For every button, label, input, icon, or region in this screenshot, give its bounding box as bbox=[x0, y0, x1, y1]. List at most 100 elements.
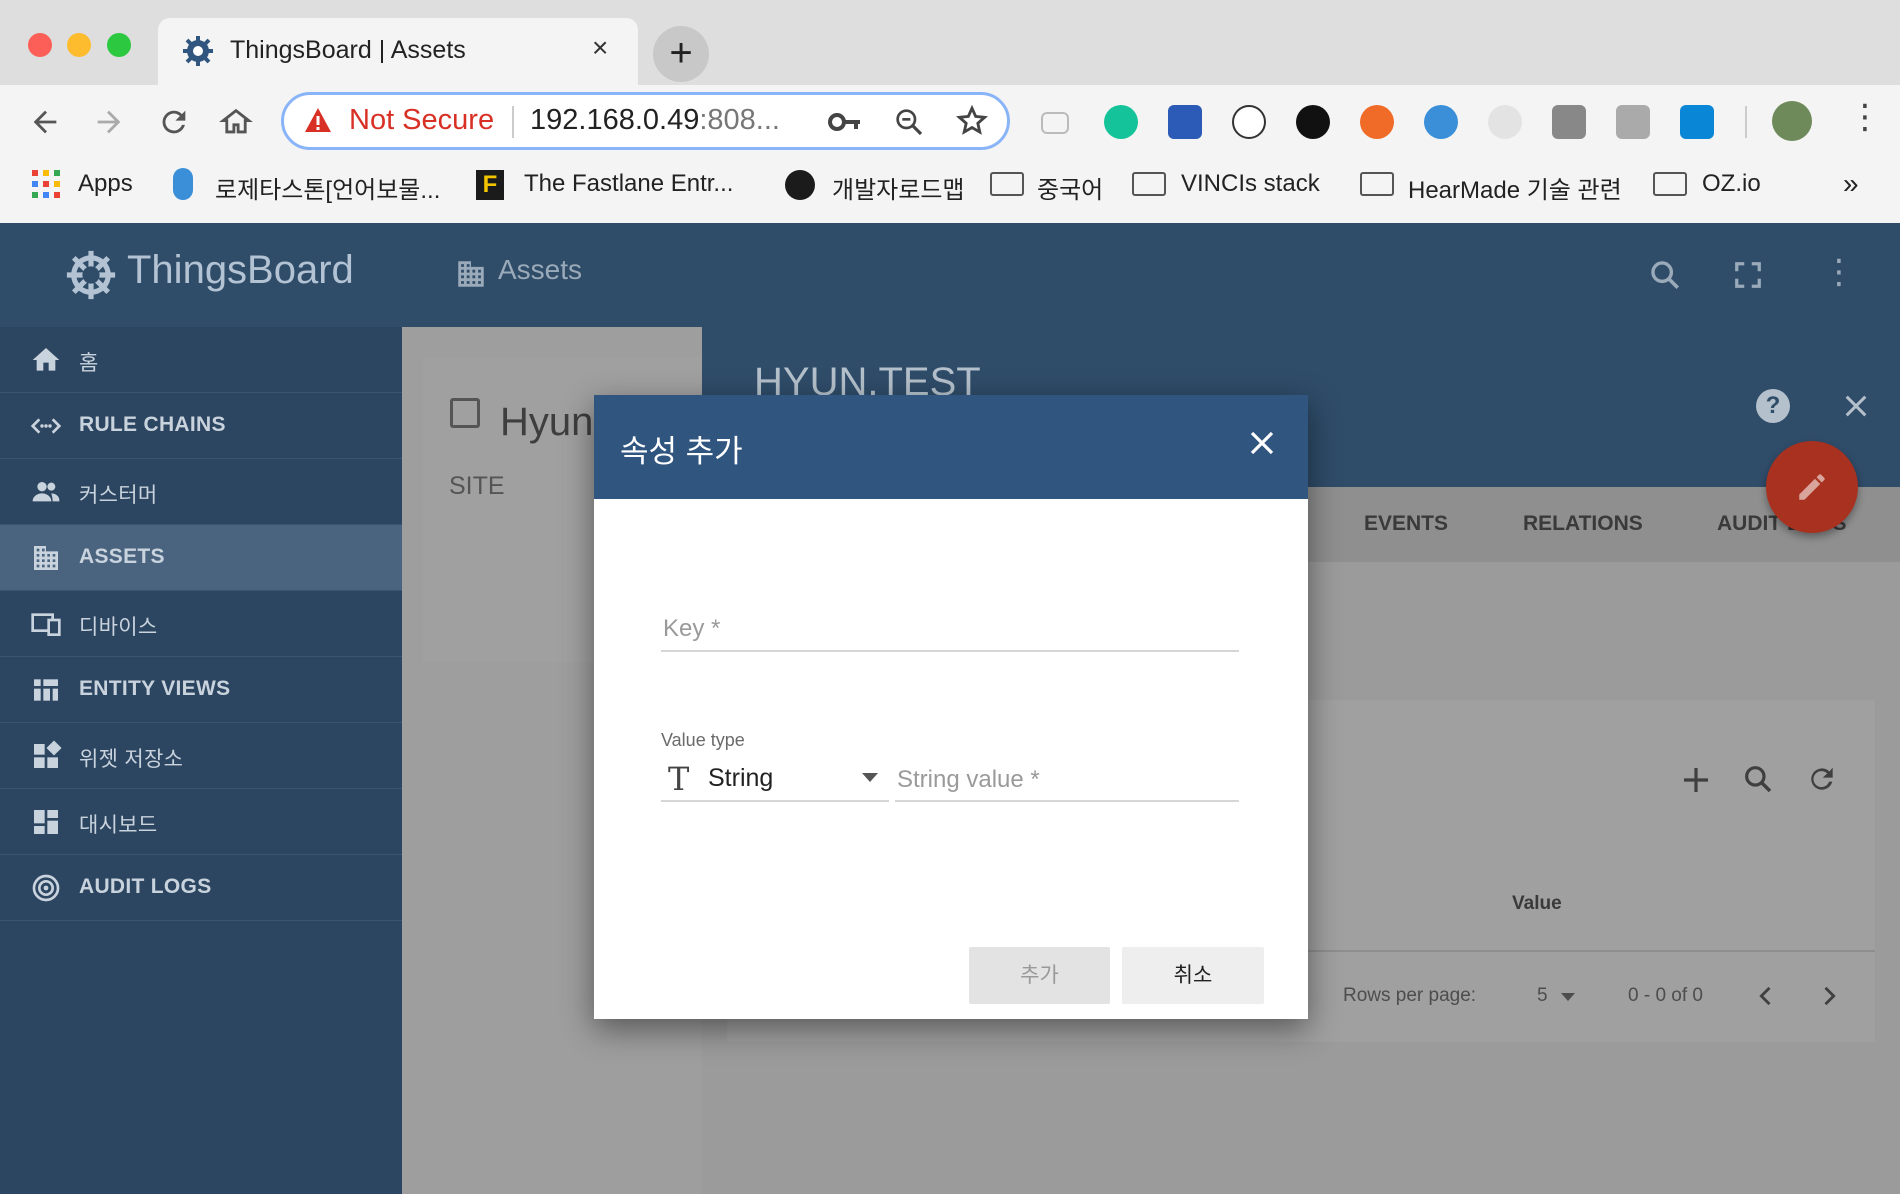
value-type-label: Value type bbox=[661, 730, 745, 750]
clock-extension-icon[interactable] bbox=[1296, 105, 1330, 139]
folder-icon bbox=[1360, 172, 1394, 196]
prev-page-icon[interactable] bbox=[1752, 982, 1780, 1010]
bookmark-dev-roadmap[interactable]: 개발자로드맵 bbox=[832, 170, 964, 205]
sidebar-item-label: ENTITY VIEWS bbox=[79, 677, 231, 700]
value-type-underline bbox=[661, 800, 889, 802]
browser-menu-icon[interactable]: ⋮ bbox=[1848, 100, 1882, 134]
string-value-input[interactable]: String value * bbox=[897, 766, 1040, 794]
close-detail-icon[interactable] bbox=[1842, 392, 1870, 420]
rows-per-page-select[interactable]: 5 bbox=[1537, 985, 1548, 1007]
sidebar-item-dashboards[interactable]: 대시보드 bbox=[0, 789, 402, 855]
omnibox-divider bbox=[512, 106, 514, 138]
search-icon[interactable] bbox=[1648, 258, 1682, 292]
help-icon[interactable]: ? bbox=[1756, 389, 1790, 423]
key-icon[interactable] bbox=[828, 108, 862, 136]
extension-icon[interactable] bbox=[1041, 112, 1069, 134]
reload-icon[interactable] bbox=[157, 105, 191, 139]
sidebar-item-label: 대시보드 bbox=[79, 814, 158, 837]
bookmark-extension-icon[interactable] bbox=[1168, 105, 1202, 139]
new-tab-button[interactable]: + bbox=[653, 26, 709, 82]
entity-views-icon bbox=[34, 679, 58, 701]
bookmark-folder-chinese[interactable]: 중국어 bbox=[1037, 170, 1103, 205]
url-host: 192.168.0.49 bbox=[530, 104, 700, 136]
dashboards-icon bbox=[34, 810, 58, 834]
asset-card-type: SITE bbox=[449, 472, 505, 500]
sidebar-item-widgets[interactable]: 위젯 저장소 bbox=[0, 723, 402, 789]
bookmark-rosetta[interactable]: 로제타스톤[언어보물... bbox=[215, 170, 440, 205]
fullscreen-icon[interactable] bbox=[1733, 260, 1763, 290]
bookmark-folder-hearmade[interactable]: HearMade 기술 관련 bbox=[1408, 170, 1622, 205]
url-text[interactable]: 192.168.0.49:808... bbox=[530, 104, 780, 137]
google-extension-icon[interactable] bbox=[1488, 105, 1522, 139]
bookmark-apps[interactable]: Apps bbox=[78, 170, 133, 198]
text-type-icon: T bbox=[668, 760, 690, 798]
key-input[interactable]: Key * bbox=[663, 615, 720, 643]
rosetta-icon bbox=[173, 168, 193, 200]
bookmark-folder-vincis[interactable]: VINCIs stack bbox=[1181, 170, 1320, 198]
dialog-close-icon[interactable] bbox=[1247, 428, 1277, 458]
profile-avatar[interactable] bbox=[1772, 101, 1812, 141]
add-attribute-icon[interactable] bbox=[1680, 764, 1712, 796]
edit-fab-button[interactable] bbox=[1766, 441, 1858, 533]
url-rest: :808... bbox=[699, 104, 780, 136]
bookmark-fastlane[interactable]: The Fastlane Entr... bbox=[524, 170, 733, 198]
json-viewer-icon[interactable] bbox=[1232, 105, 1266, 139]
cancel-button[interactable]: 취소 bbox=[1122, 947, 1264, 1004]
dropdown-arrow-icon[interactable] bbox=[862, 773, 878, 782]
add-button[interactable]: 추가 bbox=[969, 947, 1110, 1004]
folder-icon bbox=[990, 172, 1024, 196]
tags-extension-icon[interactable] bbox=[1616, 105, 1650, 139]
trello-icon[interactable] bbox=[1680, 105, 1714, 139]
thingsboard-logo-icon bbox=[66, 250, 116, 300]
home-icon[interactable] bbox=[219, 105, 253, 139]
next-page-icon[interactable] bbox=[1815, 982, 1843, 1010]
maximize-window-button[interactable] bbox=[107, 33, 131, 57]
security-status[interactable]: Not Secure bbox=[349, 104, 494, 137]
rule-chains-icon bbox=[30, 418, 62, 434]
dialog-title: 속성 추가 bbox=[620, 434, 743, 469]
tab-relations[interactable]: RELATIONS bbox=[1523, 512, 1643, 536]
warning-icon bbox=[305, 108, 331, 132]
sidebar-item-devices[interactable]: 디바이스 bbox=[0, 591, 402, 657]
sidebar-item-entity-views[interactable]: ENTITY VIEWS bbox=[0, 657, 402, 723]
sidebar-item-label: 위젯 저장소 bbox=[79, 748, 184, 771]
audit-logs-icon bbox=[32, 874, 60, 902]
bookmarks-overflow-icon[interactable]: » bbox=[1843, 168, 1859, 200]
search-attribute-icon[interactable] bbox=[1742, 763, 1774, 795]
globe-extension-icon[interactable] bbox=[1424, 105, 1458, 139]
column-header-value[interactable]: Value bbox=[1512, 893, 1562, 915]
back-icon[interactable] bbox=[28, 105, 62, 139]
lifebuoy-extension-icon[interactable] bbox=[1360, 105, 1394, 139]
apps-grid-icon[interactable] bbox=[32, 170, 60, 198]
reader-extension-icon[interactable] bbox=[1552, 105, 1586, 139]
grammarly-icon[interactable] bbox=[1104, 105, 1138, 139]
more-menu-icon[interactable]: ⋮ bbox=[1822, 255, 1856, 289]
rows-per-page-label: Rows per page: bbox=[1343, 985, 1477, 1006]
string-value-underline bbox=[895, 800, 1239, 802]
sidebar-item-audit-logs[interactable]: AUDIT LOGS bbox=[0, 855, 402, 921]
value-type-select[interactable]: String bbox=[708, 764, 773, 793]
sidebar-item-rule-chains[interactable]: RULE CHAINS bbox=[0, 393, 402, 459]
sidebar-item-customers[interactable]: 커스터머 bbox=[0, 459, 402, 525]
pencil-icon bbox=[1799, 474, 1825, 500]
bookmark-folder-ozio[interactable]: OZ.io bbox=[1702, 170, 1761, 198]
minimize-window-button[interactable] bbox=[67, 33, 91, 57]
devices-icon bbox=[31, 613, 61, 636]
refresh-icon[interactable] bbox=[1806, 763, 1838, 795]
rows-per-page-dropdown-icon[interactable] bbox=[1561, 993, 1575, 1001]
toolbar-divider bbox=[1745, 106, 1747, 138]
tab-close-icon[interactable]: × bbox=[592, 32, 608, 64]
fastlane-icon: F bbox=[476, 170, 504, 200]
assets-icon bbox=[458, 261, 484, 287]
app-logo-text[interactable]: ThingsBoard bbox=[127, 248, 354, 293]
folder-icon bbox=[1132, 172, 1166, 196]
sidebar-item-assets[interactable]: ASSETS bbox=[0, 525, 402, 591]
tab-events[interactable]: EVENTS bbox=[1364, 512, 1448, 536]
bookmark-star-icon[interactable] bbox=[955, 104, 989, 138]
close-window-button[interactable] bbox=[28, 33, 52, 57]
asset-card-checkbox[interactable] bbox=[450, 398, 480, 428]
sidebar-item-home[interactable]: 홈 bbox=[0, 327, 402, 393]
forward-icon[interactable] bbox=[92, 105, 126, 139]
zoom-icon[interactable] bbox=[893, 106, 925, 138]
asset-card-title: Hyun bbox=[500, 400, 594, 444]
